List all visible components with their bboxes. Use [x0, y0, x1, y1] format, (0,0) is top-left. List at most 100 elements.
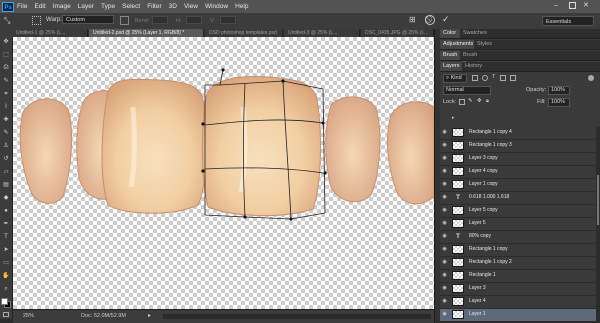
marquee-tool-icon[interactable]: ⬚ — [2, 51, 10, 59]
visibility-eye-icon[interactable]: ◉ — [442, 195, 447, 200]
healing-brush-tool-icon[interactable]: ✚ — [2, 116, 10, 124]
layer-name[interactable]: Rectangle 1 — [469, 272, 496, 278]
fill-field[interactable]: 100% — [548, 98, 570, 107]
horizontal-scrollbar[interactable] — [163, 314, 431, 319]
tab-layers[interactable]: Layers — [440, 62, 462, 71]
check-icon[interactable]: ✓ — [442, 14, 452, 25]
tab-brush[interactable]: Brush — [440, 51, 460, 60]
layer-name[interactable]: Rectangle 1 copy 2 — [469, 259, 512, 265]
status-menu-arrow-icon[interactable]: ▸ — [148, 312, 151, 319]
menu-3d[interactable]: 3D — [169, 3, 177, 10]
lock-transparency-icon[interactable] — [459, 99, 465, 105]
lasso-tool-icon[interactable]: ᘏ — [2, 64, 10, 72]
menu-select[interactable]: Select — [122, 3, 140, 10]
zoom-level[interactable]: 25% — [23, 313, 34, 319]
layer-name[interactable]: 80% copy — [469, 233, 491, 239]
menu-help[interactable]: Help — [235, 3, 248, 10]
warp-orientation-icon[interactable] — [120, 16, 129, 25]
layers-scrollbar-thumb[interactable] — [597, 175, 599, 225]
layer-row[interactable]: ◉ Layer 5 — [440, 218, 596, 231]
menu-edit[interactable]: Edit — [34, 3, 45, 10]
maximize-button[interactable] — [569, 2, 576, 9]
layer-row[interactable]: ◉ Rectangle 1 copy — [440, 244, 596, 257]
v-distortion-field[interactable] — [220, 16, 236, 24]
tab-history[interactable]: History — [462, 62, 488, 71]
cancel-icon[interactable]: ⃠ — [425, 15, 435, 25]
reference-point-icon[interactable] — [32, 16, 41, 25]
visibility-eye-icon[interactable]: ◉ — [442, 169, 447, 174]
transform-tool-icon[interactable]: ⤡ — [4, 16, 14, 25]
layer-name[interactable]: Layer 5 — [469, 220, 486, 226]
visibility-eye-icon[interactable]: ◉ — [442, 286, 447, 291]
lock-brush-icon[interactable]: ✎ — [468, 98, 473, 104]
hand-tool-icon[interactable]: ✋ — [2, 272, 10, 280]
layer-row[interactable]: ◉ Rectangle 1 copy 4 — [440, 127, 596, 140]
filter-shape-icon[interactable] — [500, 75, 506, 81]
menu-file[interactable]: File — [17, 3, 27, 10]
visibility-eye-icon[interactable]: ◉ — [442, 273, 447, 278]
tab-swatches[interactable]: Swatches — [460, 29, 490, 38]
path-selection-tool-icon[interactable]: ➤ — [2, 246, 10, 254]
layer-name[interactable]: 0.618 1.000 1.618 — [469, 194, 509, 200]
document-canvas[interactable] — [13, 37, 434, 309]
opacity-field[interactable]: 100% — [548, 86, 570, 95]
visibility-eye-icon[interactable]: ◉ — [442, 130, 447, 135]
menu-layer[interactable]: Layer — [78, 3, 94, 10]
menu-type[interactable]: Type — [101, 3, 115, 10]
move-tool-icon[interactable]: ✥ — [2, 38, 10, 46]
workspace-select[interactable]: Essentials — [542, 16, 594, 26]
layer-row[interactable]: ◉ Layer 1 — [440, 309, 596, 322]
layer-name[interactable]: Layer 1 copy — [469, 181, 498, 187]
tab-dsd-templates[interactable]: DSD photoshop templates.psd — [205, 29, 283, 37]
visibility-eye-icon[interactable]: ◉ — [442, 247, 447, 252]
menu-view[interactable]: View — [184, 3, 198, 10]
blur-tool-icon[interactable]: ◆ — [2, 194, 10, 202]
visibility-eye-icon[interactable]: ◉ — [442, 143, 447, 148]
visibility-eye-icon[interactable]: ◉ — [442, 234, 447, 239]
tab-styles[interactable]: Styles — [474, 40, 496, 49]
layer-name[interactable]: Layer 4 — [469, 298, 486, 304]
menu-window[interactable]: Window — [205, 3, 228, 10]
dodge-tool-icon[interactable]: ● — [2, 207, 10, 215]
quick-select-tool-icon[interactable]: ✎ — [2, 77, 10, 85]
visibility-eye-icon[interactable]: ◉ — [442, 156, 447, 161]
eyedropper-tool-icon[interactable]: ⌇ — [2, 103, 10, 111]
layer-row[interactable]: ◉ Layer 3 copy — [440, 153, 596, 166]
gradient-tool-icon[interactable]: ▤ — [2, 181, 10, 189]
shape-tool-icon[interactable]: ▭ — [2, 259, 10, 267]
layer-row[interactable]: ◉ Layer 3 — [440, 283, 596, 296]
filter-pixel-icon[interactable] — [472, 75, 478, 81]
layer-name[interactable]: Layer 4 copy — [469, 168, 498, 174]
tab-adjustments[interactable]: Adjustments — [440, 40, 474, 49]
h-distortion-field[interactable] — [186, 16, 202, 24]
layer-name[interactable]: Layer 1 — [469, 311, 486, 317]
layer-row[interactable]: ◉ T 80% copy — [440, 231, 596, 244]
visibility-eye-icon[interactable]: ◉ — [442, 208, 447, 213]
blend-mode-select[interactable]: Normal — [443, 86, 491, 95]
eraser-tool-icon[interactable]: ▱ — [2, 168, 10, 176]
lock-all-icon[interactable]: 🔒︎ — [486, 98, 489, 105]
clone-stamp-tool-icon[interactable]: ♙ — [2, 142, 10, 150]
layer-row[interactable]: ◉ Layer 4 — [440, 296, 596, 309]
group-arrow-icon[interactable]: ▸ — [452, 115, 455, 121]
close-window-button[interactable]: ✕ — [583, 1, 592, 10]
layer-name[interactable]: Layer 3 copy — [469, 155, 498, 161]
visibility-eye-icon[interactable]: ◉ — [442, 299, 447, 304]
tab-color[interactable]: Color — [440, 29, 460, 38]
bend-field[interactable] — [152, 16, 168, 24]
tab-dsc-0435[interactable]: DSC_0435.JPG @ 25% (L... — [361, 29, 434, 37]
layer-name[interactable]: Rectangle 1 copy 4 — [469, 129, 512, 135]
filter-toggle-icon[interactable] — [588, 75, 594, 81]
warp-style-select[interactable]: Custom — [62, 15, 114, 24]
quick-mask-icon[interactable] — [3, 312, 9, 317]
visibility-eye-icon[interactable]: ◉ — [442, 182, 447, 187]
layer-row[interactable]: ◉ T 0.618 1.000 1.618 — [440, 192, 596, 205]
history-brush-tool-icon[interactable]: ↺ — [2, 155, 10, 163]
tab-untitled-1[interactable]: Untitled-1 @ 25% (L... — [12, 29, 88, 37]
filter-adjustment-icon[interactable] — [482, 75, 488, 81]
layer-row[interactable]: ◉ Rectangle 1 — [440, 270, 596, 283]
filter-smart-object-icon[interactable] — [510, 75, 516, 81]
layer-row[interactable]: ◉ Rectangle 1 copy 3 — [440, 140, 596, 153]
brush-tool-icon[interactable]: ✎ — [2, 129, 10, 137]
layer-filter-kind[interactable]: ⌕ Kind — [443, 74, 467, 83]
